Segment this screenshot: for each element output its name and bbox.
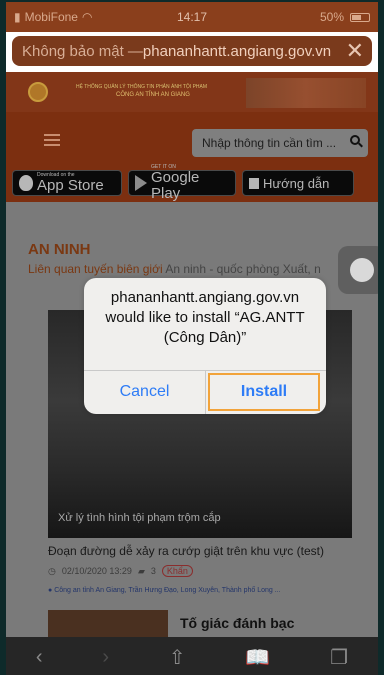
share-icon[interactable]: ⇧ [169,645,186,670]
section-title: AN NINH [28,241,91,258]
signal-icon: ▮ [14,10,21,24]
comment-count: 3 [150,566,156,576]
location-pin-icon: ● [48,587,53,594]
google-play-button[interactable]: GET IT ON Google Play [128,164,236,202]
site-header: Nhập thông tin cần tìm ... Download on t… [6,112,378,202]
article-thumbnail[interactable] [48,610,168,638]
next-article-title[interactable]: Tố giác đánh bạc [180,615,294,631]
search-placeholder: Nhập thông tin cần tìm ... [202,136,337,150]
police-emblem-icon [28,82,48,102]
article-headline[interactable]: Đoạn đường dễ xảy ra cướp giật trên khu … [48,544,324,558]
url-domain: phananhantt.angiang.gov.vn [142,42,332,60]
install-button[interactable]: Install [208,373,320,411]
search-icon[interactable] [350,135,360,145]
location-text: Công an tỉnh An Giang, Trần Hưng Đạo, Lo… [54,587,281,594]
battery-percent: 50% [319,10,344,24]
address-bar[interactable]: Không bảo mật — phananhantt.angiang.gov.… [12,36,372,66]
banner-image [246,78,366,108]
app-store-button[interactable]: Download on the App Store [12,170,122,196]
apple-icon [19,175,33,191]
security-label: Không bảo mật — [22,42,143,60]
subnav-item-active[interactable]: Liên quan tuyến biên giới [28,262,163,276]
carrier-info: ▮ MobiFone ◠ [14,10,92,24]
google-play-label: Google Play [151,169,200,202]
site-banner: HỆ THỐNG QUẢN LÝ THÔNG TIN PHẢN ÁNH TỘI … [6,72,378,112]
guide-label: Hướng dẫn [263,175,330,191]
alert-line-1: phananhantt.angiang.gov.vn [110,289,300,306]
page-content: AN NINH Liên quan tuyến biên giới An nin… [6,202,378,638]
carrier-name: MobiFone [24,10,78,24]
tabs-icon[interactable]: ❐ [330,645,348,670]
alert-line-3: (Công Dân)” [163,329,247,346]
comment-icon: ▰ [137,565,145,576]
clock-icon: ◷ [48,565,56,576]
article-location: ● Công an tỉnh An Giang, Trần Hưng Đạo, … [48,587,281,594]
clock: 14:17 [176,10,208,24]
battery-icon [350,12,370,22]
cancel-button[interactable]: Cancel [84,370,205,414]
battery-info: 50% [320,10,370,24]
search-input[interactable]: Nhập thông tin cần tìm ... [192,129,368,157]
assistive-touch-button[interactable] [338,246,378,294]
bookmarks-icon[interactable]: 📖 [245,645,270,670]
article-date: 02/10/2020 13:29 [61,566,132,576]
install-alert: phananhantt.angiang.gov.vn would like to… [84,278,326,414]
subnav-item-rest[interactable]: An ninh - quốc phòng Xuất, n [165,262,320,276]
app-store-label: App Store [37,177,104,194]
urgent-badge: Khẩn [161,565,193,577]
banner-line-1: HỆ THỐNG QUẢN LÝ THÔNG TIN PHẢN ÁNH TỘI … [76,84,208,90]
google-play-icon [135,175,147,191]
alert-button-divider [205,370,206,414]
guide-icon [249,177,259,189]
guide-button[interactable]: Hướng dẫn [242,170,354,196]
alert-line-2: would like to install “AG.ANTT [105,309,305,326]
wifi-icon: ◠ [81,10,93,24]
status-bar: ▮ MobiFone ◠ 14:17 50% [6,2,378,32]
hamburger-menu-icon[interactable] [44,134,60,149]
phone-screen: ▮ MobiFone ◠ 14:17 50% Không bảo mật — p… [0,0,384,675]
alert-message: phananhantt.angiang.gov.vn would like to… [84,288,326,348]
article-meta: ◷ 02/10/2020 13:29 ▰ 3 Khẩn [48,565,193,577]
close-icon[interactable]: ✕ [346,38,364,64]
banner-line-2: CÔNG AN TỈNH AN GIANG [116,92,190,98]
back-icon[interactable]: ‹ [36,646,43,669]
browser-toolbar: ‹ › ⇧ 📖 ❐ [6,637,378,675]
photo-caption: Xử lý tình hình tội phạm trộm cắp [58,512,221,524]
category-subnav: Liên quan tuyến biên giới An ninh - quốc… [28,262,321,276]
forward-icon[interactable]: › [102,646,109,669]
